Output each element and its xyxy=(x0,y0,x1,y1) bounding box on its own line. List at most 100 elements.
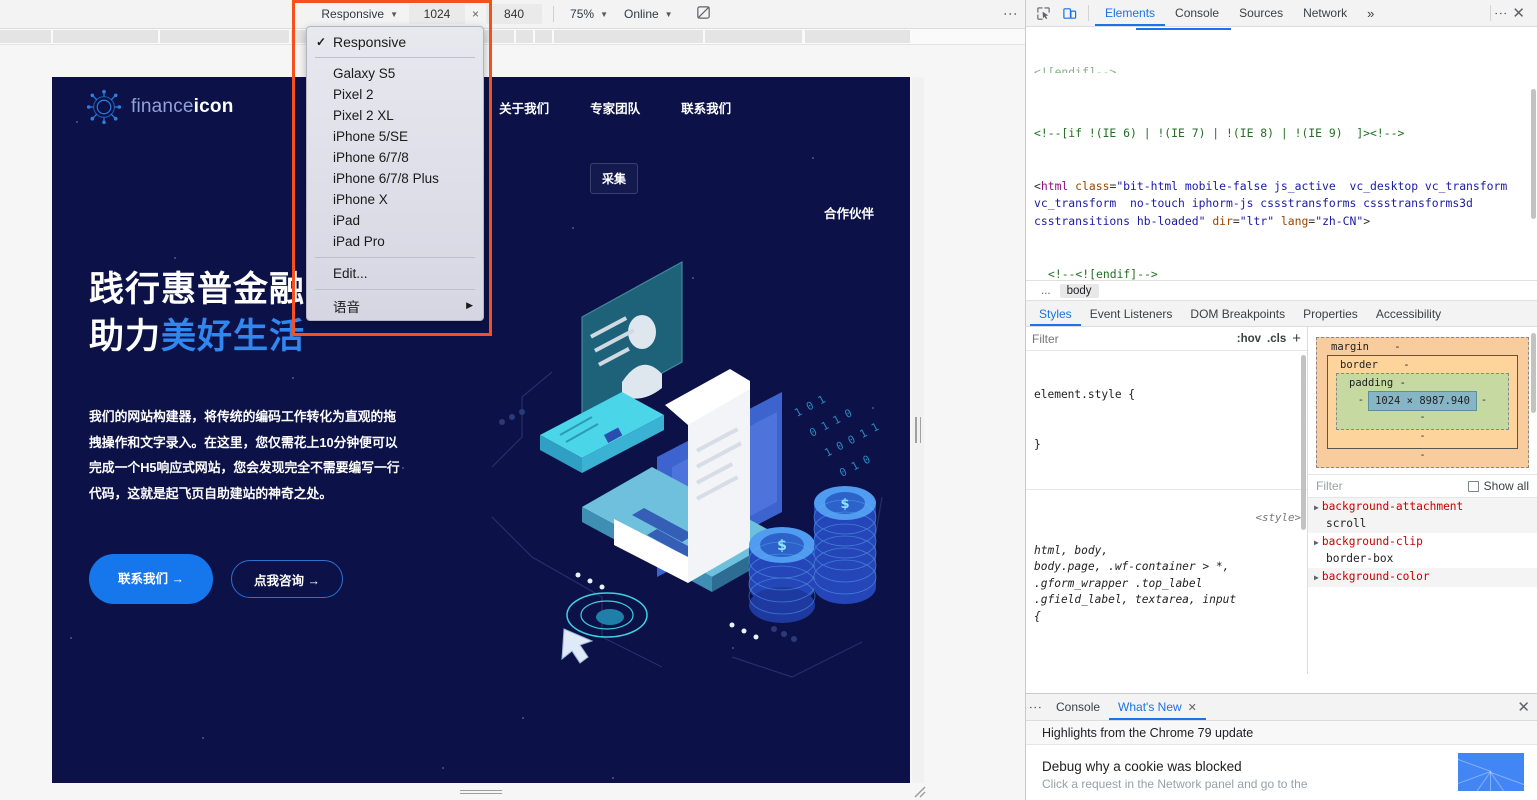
device-menu-item-pixel-2-xl[interactable]: Pixel 2 XL xyxy=(307,105,483,126)
consult-button[interactable]: 点我咨询 → xyxy=(231,560,343,599)
device-menu-item-responsive[interactable]: Responsive xyxy=(307,31,483,52)
whats-new-item-title[interactable]: Debug why a cookie was blocked xyxy=(1042,759,1522,774)
box-model-margin[interactable]: margin - border - padding - - 1024 × 898… xyxy=(1316,337,1529,468)
box-margin-bottom[interactable]: - xyxy=(1327,449,1518,461)
inspect-element-icon[interactable] xyxy=(1030,2,1056,24)
tab-network[interactable]: Network xyxy=(1293,0,1357,26)
checkbox-icon[interactable] xyxy=(1467,480,1479,492)
drawer-tab-console[interactable]: Console xyxy=(1047,694,1109,720)
throttling-selector[interactable]: Online ▼ xyxy=(616,5,681,23)
dom-tree-scrollbar[interactable] xyxy=(1531,89,1536,219)
tab-console[interactable]: Console xyxy=(1165,0,1229,26)
device-toolbar-icon[interactable] xyxy=(1056,2,1082,24)
tab-elements[interactable]: Elements xyxy=(1095,0,1166,26)
nav-item-4[interactable]: 联系我们 xyxy=(681,98,731,117)
rotate-icon[interactable] xyxy=(695,4,712,24)
box-border-top[interactable]: - xyxy=(1403,359,1409,371)
styles-pane-scrollbar[interactable] xyxy=(1301,355,1306,530)
chevron-right-icon[interactable]: ▶ xyxy=(1314,538,1319,547)
computed-pane-scrollbar[interactable] xyxy=(1531,333,1536,413)
css-rule-1[interactable]: <style> html, body, body.page, .wf-conta… xyxy=(1026,490,1307,674)
device-menu-item-iphone-5-se[interactable]: iPhone 5/SE xyxy=(307,126,483,147)
computed-prop-value: border-box xyxy=(1326,552,1394,565)
contact-us-button[interactable]: 联系我们 → xyxy=(89,554,213,605)
nav-item-3[interactable]: 专家团队 xyxy=(590,98,640,117)
dom-line-html[interactable]: <html class="bit-html mobile-false js_ac… xyxy=(1034,178,1533,231)
logo-text-primary: finance xyxy=(131,96,194,117)
box-padding-left[interactable]: - xyxy=(1358,394,1364,406)
computed-prop-background-color[interactable]: ▶ background-color xyxy=(1308,568,1537,587)
site-logo[interactable]: financeicon xyxy=(86,89,234,125)
dom-html-dir: ltr xyxy=(1246,213,1268,228)
computed-prop-value: scroll xyxy=(1326,517,1367,530)
huaban-collect-button[interactable]: 采集 xyxy=(590,163,639,194)
device-menu-item-iphone-6-7-8-plus[interactable]: iPhone 6/7/8 Plus xyxy=(307,168,483,189)
device-menu-label: Responsive xyxy=(333,33,407,50)
device-list-dropdown[interactable]: Responsive Galaxy S5 Pixel 2 Pixel 2 XL … xyxy=(306,26,484,321)
chevron-right-icon[interactable]: ▶ xyxy=(1314,573,1319,582)
nav-item-2[interactable]: 关于我们 xyxy=(499,98,549,117)
chevron-right-icon[interactable]: ▶ xyxy=(1314,503,1319,512)
logo-text: financeicon xyxy=(131,96,234,118)
tab-properties[interactable]: Properties xyxy=(1294,301,1367,326)
box-model-padding[interactable]: padding - - 1024 × 8987.940 - - xyxy=(1336,373,1509,430)
drawer-more-icon[interactable]: ⋮ xyxy=(1028,701,1043,714)
show-all-toggle[interactable]: Show all xyxy=(1467,479,1529,493)
devtools-more-icon[interactable]: ⋮ xyxy=(1493,7,1508,20)
viewport-height-resize-handle[interactable] xyxy=(52,785,910,799)
close-drawer-icon[interactable]: ✕ xyxy=(1509,698,1537,716)
nav-item-partners[interactable]: 合作伙伴 xyxy=(824,203,874,222)
tab-accessibility[interactable]: Accessibility xyxy=(1367,301,1450,326)
box-padding-bottom[interactable]: - xyxy=(1345,411,1500,423)
css-rule-element-style[interactable]: element.style { } xyxy=(1026,351,1307,490)
tab-sources[interactable]: Sources xyxy=(1229,0,1293,26)
element-class-toggle[interactable]: .cls xyxy=(1267,333,1286,345)
device-menu-label: Galaxy S5 xyxy=(333,66,396,81)
computed-filter-row: Filter Show all xyxy=(1308,474,1537,498)
viewport-width-input[interactable]: 1024 xyxy=(409,4,466,24)
device-menu-item-iphone-6-7-8[interactable]: iPhone 6/7/8 xyxy=(307,147,483,168)
breadcrumb-body[interactable]: body xyxy=(1059,283,1099,298)
emulated-browser-pane: Responsive ▼ 1024 × 840 75% ▼ Online ▼ ⋮… xyxy=(0,0,1025,800)
device-selector[interactable]: Responsive ▼ xyxy=(313,5,406,23)
new-style-rule-button[interactable]: + xyxy=(1292,330,1301,347)
zoom-selector[interactable]: 75% ▼ xyxy=(562,5,616,23)
device-menu-item-pixel-2[interactable]: Pixel 2 xyxy=(307,84,483,105)
device-menu-item-ipad-pro[interactable]: iPad Pro xyxy=(307,231,483,252)
box-margin-top[interactable]: - xyxy=(1394,341,1400,353)
viewport-width-resize-handle[interactable] xyxy=(912,77,924,783)
computed-filter-input[interactable]: Filter xyxy=(1316,479,1343,493)
breadcrumb-ellipsis[interactable]: ... xyxy=(1034,284,1058,298)
hover-state-toggle[interactable]: :hov xyxy=(1237,333,1261,345)
viewport-height-input[interactable]: 840 xyxy=(486,4,543,24)
tab-dom-breakpoints[interactable]: DOM Breakpoints xyxy=(1181,301,1294,326)
drawer-tab-whats-new[interactable]: What's New ✕ xyxy=(1109,694,1206,720)
box-padding-top[interactable]: - xyxy=(1400,377,1406,389)
computed-prop-background-clip[interactable]: ▶ background-clip border-box xyxy=(1308,533,1537,568)
more-tabs-button[interactable]: » xyxy=(1357,0,1384,26)
dom-tree[interactable]: <![endif]--> <!--[if !(IE 6) | !(IE 7) |… xyxy=(1026,27,1537,280)
tab-styles[interactable]: Styles xyxy=(1030,301,1081,326)
dom-line-endif: <!--<![endif]--> xyxy=(1048,266,1158,280)
devtools-drawer: ⋮ Console What's New ✕ ✕ Highlights from … xyxy=(1026,693,1537,800)
box-padding-right[interactable]: - xyxy=(1481,394,1487,406)
tab-event-listeners[interactable]: Event Listeners xyxy=(1081,301,1182,326)
computed-prop-background-attachment[interactable]: ▶ background-attachment scroll xyxy=(1308,498,1537,533)
box-model-border[interactable]: border - padding - - 1024 × 8987.940 - - xyxy=(1327,355,1518,449)
computed-properties-list: ▶ background-attachment scroll ▶ backgroun… xyxy=(1308,498,1537,587)
device-menu-item-ipad[interactable]: iPad xyxy=(307,210,483,231)
close-tab-icon[interactable]: ✕ xyxy=(1188,702,1197,714)
styles-filter-input[interactable] xyxy=(1032,331,1231,346)
viewport-corner-resize-handle[interactable] xyxy=(912,785,928,799)
box-border-bottom[interactable]: - xyxy=(1336,430,1509,442)
close-devtools-icon[interactable]: ✕ xyxy=(1504,4,1533,22)
box-content-size[interactable]: 1024 × 8987.940 xyxy=(1368,391,1477,411)
device-menu-label: iPhone 6/7/8 xyxy=(333,150,409,165)
device-menu-item-edit[interactable]: Edit... xyxy=(307,263,483,284)
svg-text:$: $ xyxy=(777,538,787,554)
device-menu-item-speech[interactable]: 语音 ▶ xyxy=(307,295,483,316)
device-toolbar-more-icon[interactable]: ⋮ xyxy=(1003,7,1019,21)
box-model-diagram: margin - border - padding - - 1024 × 898… xyxy=(1308,327,1537,474)
device-menu-item-galaxy-s5[interactable]: Galaxy S5 xyxy=(307,63,483,84)
device-menu-item-iphone-x[interactable]: iPhone X xyxy=(307,189,483,210)
